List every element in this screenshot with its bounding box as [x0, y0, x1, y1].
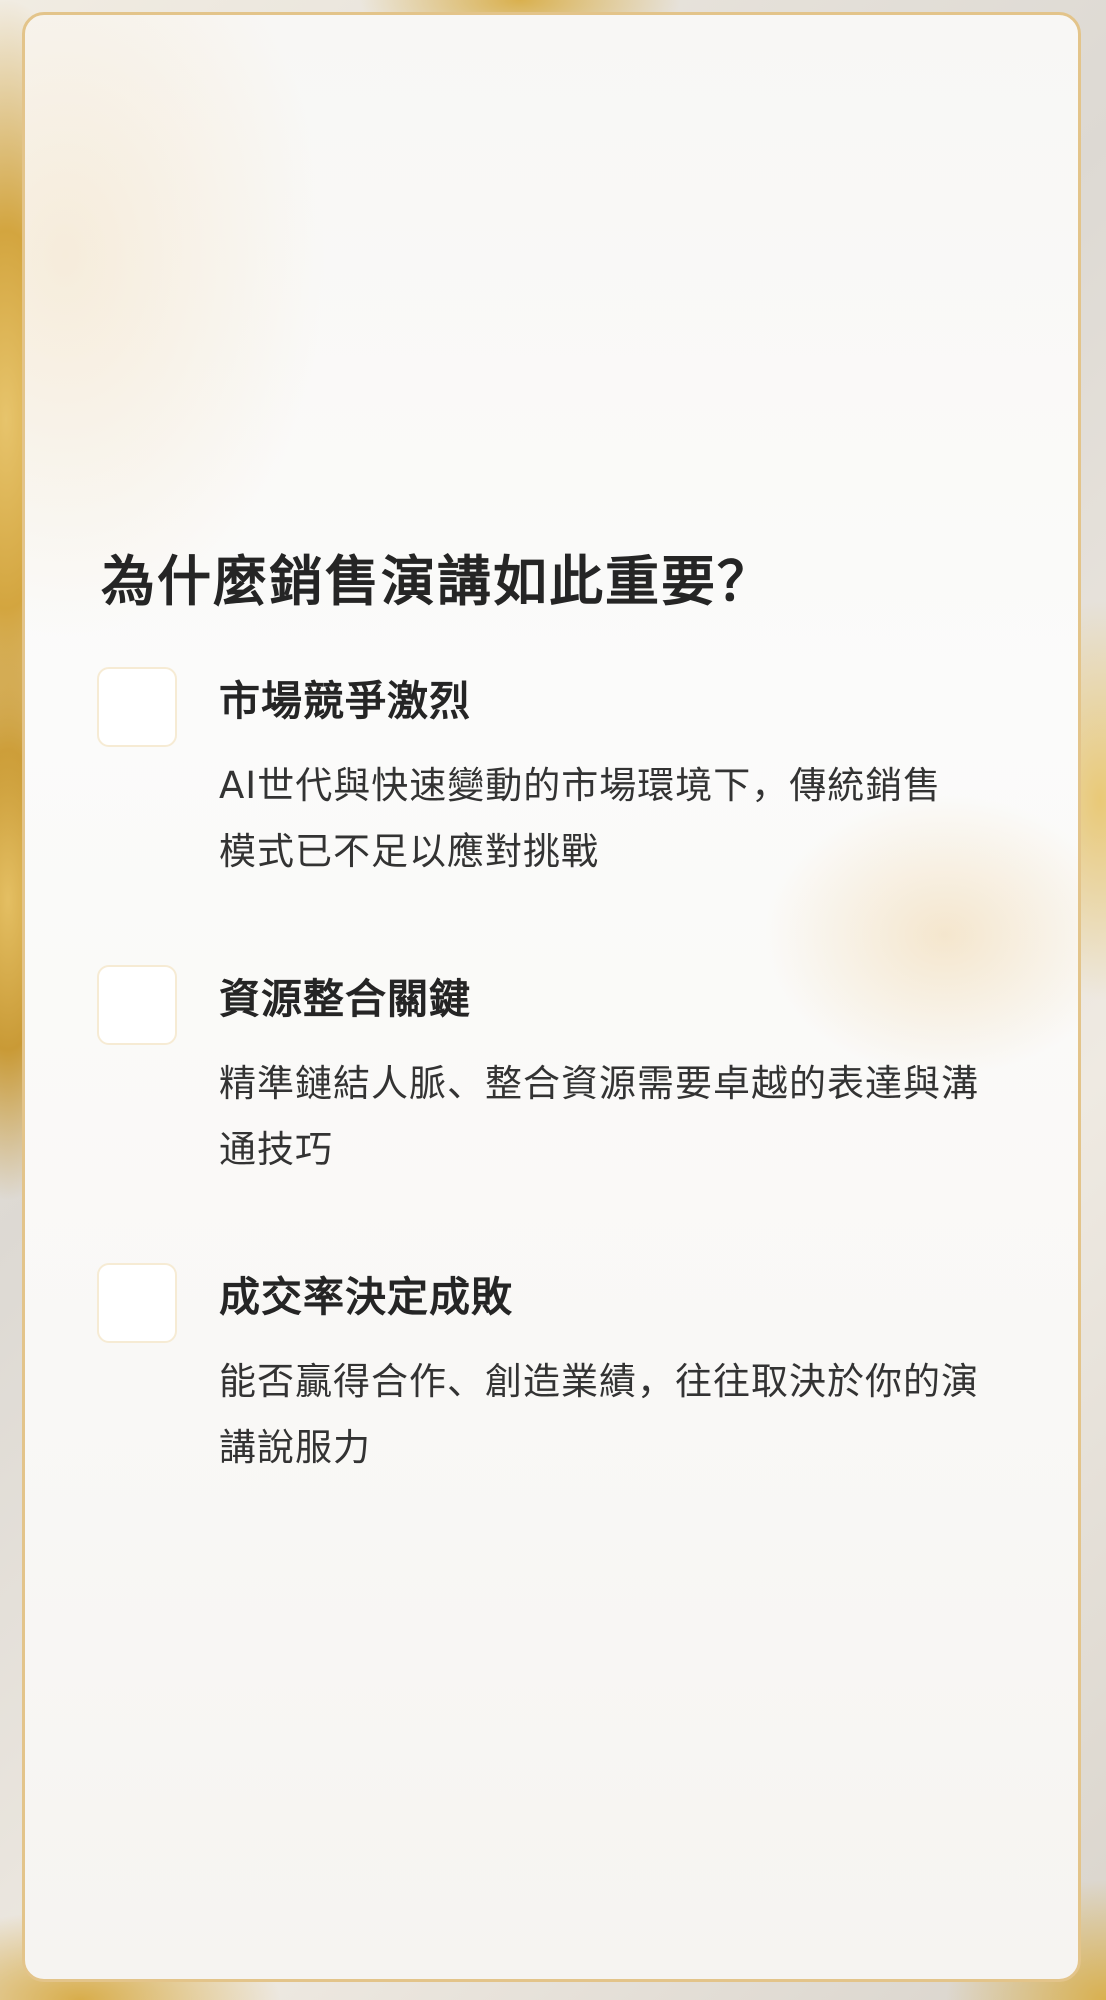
feature-description: AI世代與快速變動的市場環境下，傳統銷售模式已不足以應對挑戰: [219, 764, 942, 873]
feature-description: 精準鏈結人脈、整合資源需要卓越的表達與溝通技巧: [219, 1062, 979, 1171]
feature-icon-box: [97, 1263, 177, 1343]
page-title: 為什麼銷售演講如此重要？: [101, 550, 773, 613]
feature-icon-box: [97, 667, 177, 747]
feature-heading: 市場競爭激烈: [219, 677, 471, 725]
feature-heading: 成交率決定成敗: [219, 1273, 513, 1321]
feature-description: 能否贏得合作、創造業績，往往取決於你的演講說服力: [219, 1360, 979, 1469]
feature-icon-box: [97, 965, 177, 1045]
feature-heading: 資源整合關鍵: [219, 975, 471, 1023]
content-card: 為什麼銷售演講如此重要？ 市場競爭激烈 AI世代與快速變動的市場環境下，傳統銷售…: [22, 12, 1081, 1982]
